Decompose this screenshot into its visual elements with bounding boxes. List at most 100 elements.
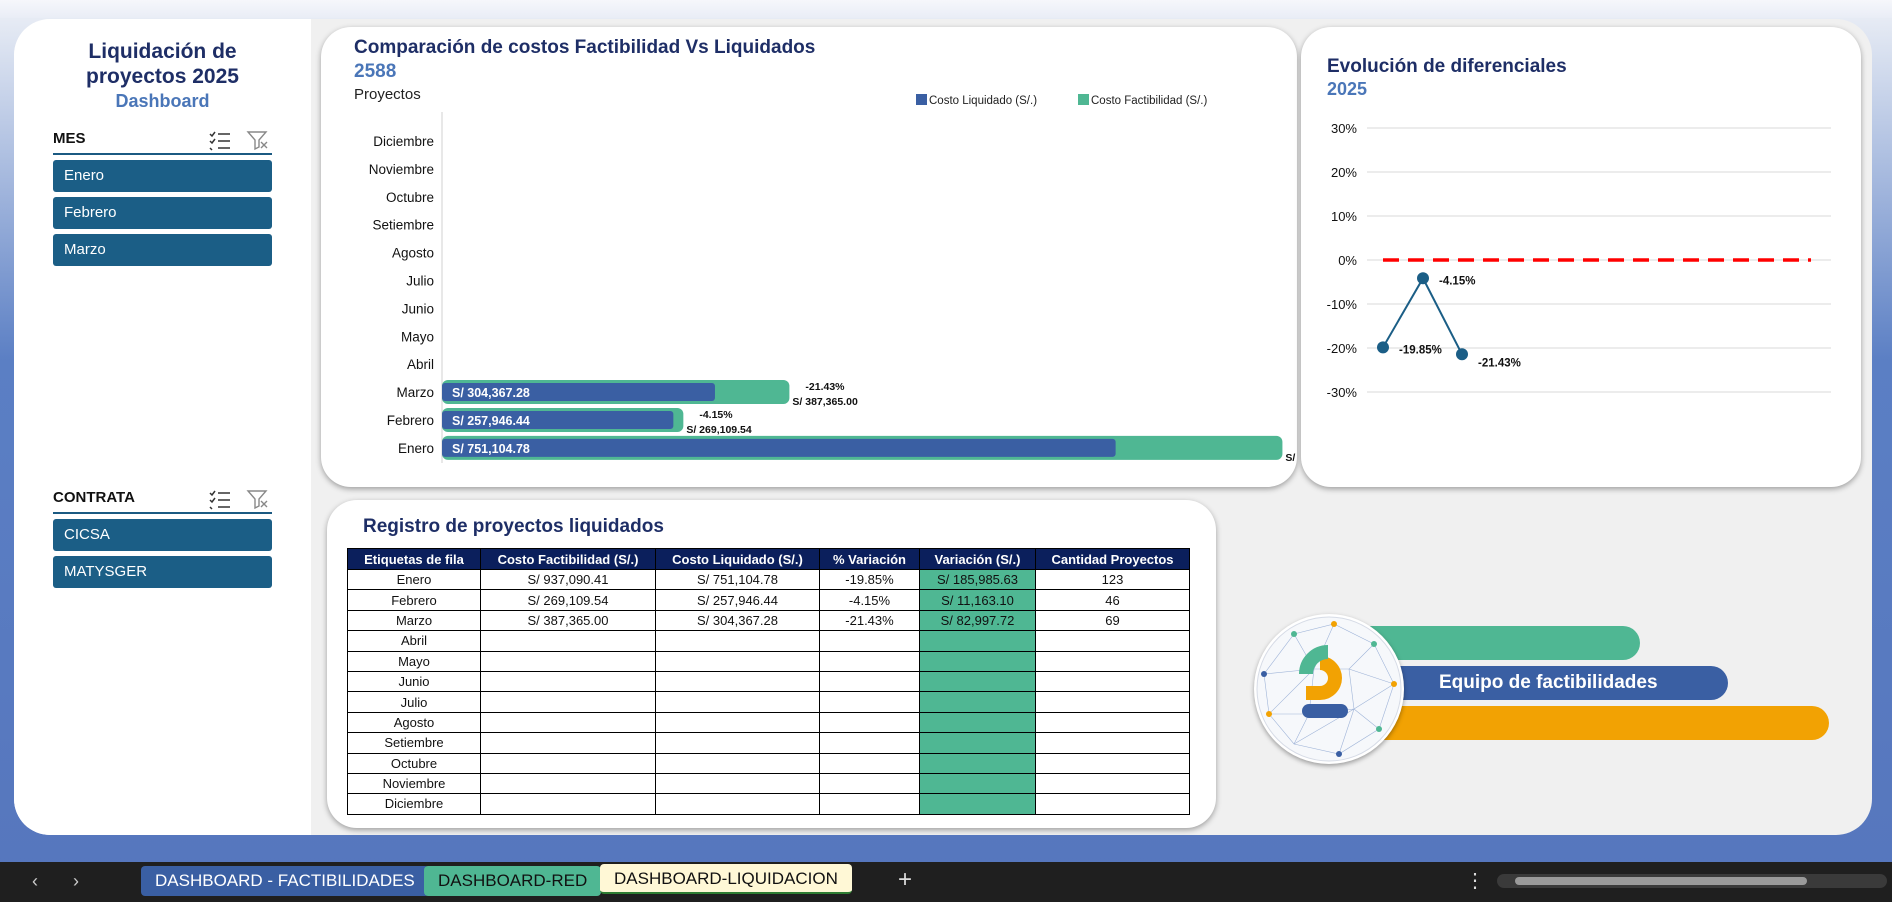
horizontal-scrollbar[interactable] — [1497, 874, 1887, 888]
table-cell[interactable]: Julio — [347, 691, 481, 713]
table-cell[interactable]: Noviembre — [347, 772, 481, 795]
column-header[interactable]: Variación (S/.) — [919, 548, 1036, 570]
multi-select-icon[interactable] — [208, 488, 232, 510]
table-cell[interactable]: 46 — [1035, 589, 1190, 611]
table-cell[interactable]: Diciembre — [347, 793, 481, 815]
sheet-tab-dashboard-liquidacion[interactable]: DASHBOARD-LIQUIDACION — [600, 864, 852, 894]
table-cell[interactable] — [1035, 650, 1190, 672]
table-cell[interactable]: S/ 269,109.54 — [480, 589, 656, 611]
table-cell[interactable] — [1035, 630, 1190, 652]
table-cell[interactable]: -4.15% — [819, 589, 920, 611]
table-cell[interactable] — [480, 650, 656, 672]
table-cell[interactable]: Junio — [347, 670, 481, 693]
table-cell[interactable]: Enero — [347, 568, 481, 591]
slicer-item-cicsa[interactable]: CICSA — [53, 519, 272, 551]
table-cell[interactable] — [819, 711, 920, 734]
table-cell[interactable] — [919, 691, 1036, 713]
add-sheet-button[interactable]: + — [898, 866, 912, 894]
table-cell[interactable]: S/ 82,997.72 — [919, 609, 1036, 632]
table-cell[interactable]: Setiembre — [347, 732, 481, 754]
bar-value-label: S/ 387,365.00 — [792, 396, 858, 408]
table-cell[interactable]: -21.43% — [819, 609, 920, 632]
table-cell[interactable]: S/ 185,985.63 — [919, 568, 1036, 591]
table-cell[interactable] — [655, 752, 820, 774]
table-cell[interactable] — [819, 691, 920, 713]
multi-select-icon[interactable] — [208, 129, 232, 151]
slicer-item-febrero[interactable]: Febrero — [53, 197, 272, 229]
table-cell[interactable] — [819, 732, 920, 754]
table-cell[interactable] — [819, 630, 920, 652]
column-header[interactable]: Costo Liquidado (S/.) — [655, 548, 820, 570]
table-cell[interactable]: 69 — [1035, 609, 1190, 632]
table-cell[interactable] — [819, 650, 920, 672]
table-cell[interactable]: S/ 257,946.44 — [655, 589, 820, 611]
table-cell[interactable] — [1035, 670, 1190, 693]
table-cell[interactable] — [1035, 793, 1190, 815]
table-cell[interactable] — [919, 711, 1036, 734]
chevron-left-icon[interactable]: ‹ — [21, 868, 49, 894]
table-cell[interactable] — [480, 630, 656, 652]
table-cell[interactable] — [480, 711, 656, 734]
table-cell[interactable]: Marzo — [347, 609, 481, 632]
table-cell[interactable] — [1035, 691, 1190, 713]
table-cell[interactable] — [480, 732, 656, 754]
table-cell[interactable] — [819, 793, 920, 815]
dashboard-title: Liquidación de proyectos 2025 — [14, 39, 311, 89]
table-cell[interactable] — [819, 772, 920, 795]
table-cell[interactable] — [919, 752, 1036, 774]
table-cell[interactable] — [919, 793, 1036, 815]
table-cell[interactable]: -19.85% — [819, 568, 920, 591]
column-header[interactable]: % Variación — [819, 548, 920, 570]
table-cell[interactable] — [655, 670, 820, 693]
table-cell[interactable] — [480, 670, 656, 693]
table-cell[interactable]: S/ 751,104.78 — [655, 568, 820, 591]
scrollbar-thumb[interactable] — [1515, 877, 1807, 885]
table-cell[interactable]: Octubre — [347, 752, 481, 774]
more-options-icon[interactable]: ⋮ — [1465, 868, 1485, 893]
table-cell[interactable] — [819, 752, 920, 774]
table-cell[interactable] — [655, 630, 820, 652]
table-cell[interactable] — [1035, 772, 1190, 795]
table-cell[interactable]: 123 — [1035, 568, 1190, 591]
table-cell[interactable] — [655, 711, 820, 734]
table-cell[interactable]: S/ 11,163.10 — [919, 589, 1036, 611]
clear-filter-icon[interactable] — [246, 129, 270, 151]
table-cell[interactable] — [919, 630, 1036, 652]
table-cell[interactable]: Mayo — [347, 650, 481, 672]
clear-filter-icon[interactable] — [246, 488, 270, 510]
table-cell[interactable]: S/ 304,367.28 — [655, 609, 820, 632]
table-cell[interactable] — [480, 752, 656, 774]
table-cell[interactable] — [655, 691, 820, 713]
table-cell[interactable] — [819, 670, 920, 693]
sheet-tab-dashboard-red[interactable]: DASHBOARD-RED — [424, 866, 602, 896]
table-cell[interactable] — [655, 732, 820, 754]
table-cell[interactable]: Febrero — [347, 589, 481, 611]
category-label: Mayo — [401, 329, 434, 344]
column-header[interactable]: Cantidad Proyectos — [1035, 548, 1190, 570]
table-cell[interactable]: Abril — [347, 630, 481, 652]
table-cell[interactable] — [919, 772, 1036, 795]
slicer-item-enero[interactable]: Enero — [53, 160, 272, 192]
table-row: Febrero S/ 269,109.54 S/ 257,946.44 -4.15% S… — [347, 589, 1190, 611]
slicer-item-marzo[interactable]: Marzo — [53, 234, 272, 266]
table-cell[interactable] — [480, 793, 656, 815]
table-cell[interactable] — [655, 793, 820, 815]
table-cell[interactable] — [1035, 752, 1190, 774]
table-cell[interactable] — [655, 772, 820, 795]
column-header[interactable]: Costo Factibilidad (S/.) — [480, 548, 656, 570]
table-cell[interactable]: S/ 387,365.00 — [480, 609, 656, 632]
table-cell[interactable]: Agosto — [347, 711, 481, 734]
table-cell[interactable] — [1035, 732, 1190, 754]
slicer-item-matysger[interactable]: MATYSGER — [53, 556, 272, 588]
table-cell[interactable] — [919, 650, 1036, 672]
table-cell[interactable] — [919, 670, 1036, 693]
table-cell[interactable] — [1035, 711, 1190, 734]
chevron-right-icon[interactable]: › — [62, 868, 90, 894]
table-cell[interactable] — [480, 691, 656, 713]
table-cell[interactable] — [655, 650, 820, 672]
table-cell[interactable] — [480, 772, 656, 795]
table-cell[interactable] — [919, 732, 1036, 754]
column-header[interactable]: Etiquetas de fila — [347, 548, 481, 570]
sheet-tab-dashboard-factibilidades[interactable]: DASHBOARD - FACTIBILIDADES — [141, 866, 429, 896]
table-cell[interactable]: S/ 937,090.41 — [480, 568, 656, 591]
